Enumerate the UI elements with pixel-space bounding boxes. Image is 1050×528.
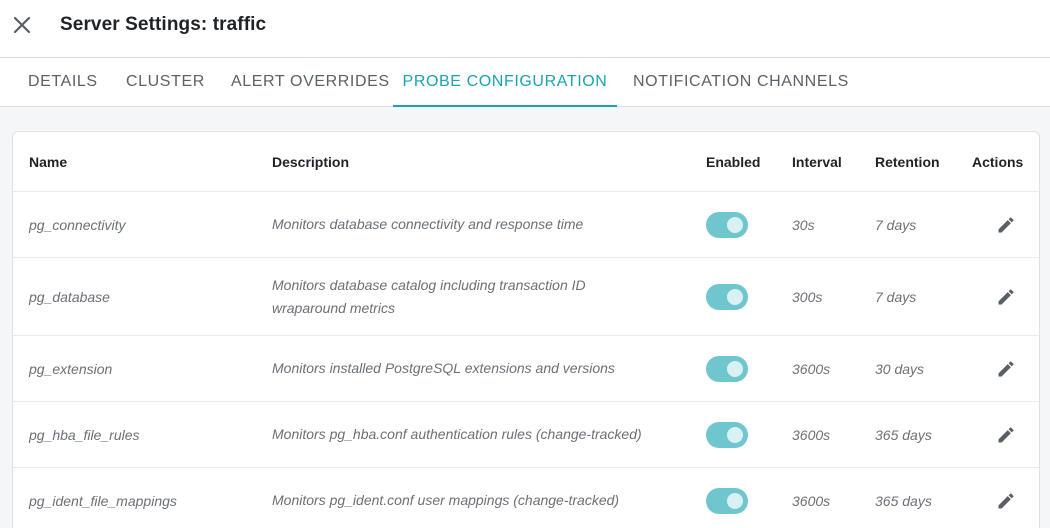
toggle-knob (727, 426, 743, 443)
close-button[interactable] (10, 13, 34, 37)
edit-button[interactable] (995, 424, 1017, 446)
probe-interval: 3600s (792, 426, 831, 443)
tab-details[interactable]: DETAILS (28, 58, 97, 106)
probe-interval: 30s (792, 216, 815, 233)
column-header-enabled: Enabled (706, 153, 761, 170)
probe-retention: 365 days (875, 492, 932, 509)
probe-name: pg_extension (29, 360, 113, 377)
probe-description: Monitors database connectivity and respo… (272, 216, 584, 232)
enabled-cell (706, 402, 748, 467)
probe-name: pg_connectivity (29, 216, 126, 233)
column-header-description: Description (272, 153, 350, 170)
pencil-icon (998, 492, 1014, 508)
probe-name: pg_ident_file_mappings (29, 492, 177, 509)
tab-notification-channels[interactable]: NOTIFICATION CHANNELS (633, 58, 848, 106)
pencil-icon (998, 426, 1014, 442)
toggle-knob (727, 492, 743, 509)
table-header-row: Name Description Enabled Interval Retent… (13, 132, 1039, 192)
probe-interval: 3600s (792, 360, 831, 377)
actions-cell (995, 336, 1017, 401)
edit-button[interactable] (995, 490, 1017, 512)
table-row: pg_ident_file_mappings Monitors pg_ident… (13, 468, 1039, 528)
toggle-knob (727, 216, 743, 233)
enabled-cell (706, 192, 748, 257)
enabled-toggle[interactable] (706, 211, 748, 238)
tab-probe-configuration[interactable]: PROBE CONFIGURATION (393, 58, 617, 107)
content-area: Name Description Enabled Interval Retent… (0, 107, 1050, 528)
enabled-cell (706, 336, 748, 401)
actions-cell (995, 192, 1017, 257)
pencil-icon (998, 288, 1014, 304)
enabled-toggle[interactable] (706, 421, 748, 448)
table-row: pg_database Monitors database catalog in… (13, 258, 1039, 336)
enabled-cell (706, 468, 748, 528)
enabled-toggle[interactable] (706, 487, 748, 514)
table-row: pg_extension Monitors installed PostgreS… (13, 336, 1039, 402)
enabled-cell (706, 258, 748, 335)
header-bar: Server Settings: traffic (0, 0, 1050, 58)
table-row: pg_hba_file_rules Monitors pg_hba.conf a… (13, 402, 1039, 468)
probe-retention: 7 days (875, 288, 917, 305)
column-header-name: Name (29, 153, 68, 170)
toggle-knob (727, 360, 743, 377)
table-row: pg_connectivity Monitors database connec… (13, 192, 1039, 258)
toggle-knob (727, 288, 743, 305)
close-icon (13, 16, 31, 34)
probe-description: Monitors pg_hba.conf authentication rule… (272, 426, 642, 442)
pencil-icon (998, 360, 1014, 376)
edit-button[interactable] (995, 358, 1017, 380)
probe-interval: 300s (792, 288, 823, 305)
edit-button[interactable] (995, 286, 1017, 308)
probe-retention: 7 days (875, 216, 917, 233)
probe-retention: 30 days (875, 360, 925, 377)
page-title: Server Settings: traffic (60, 14, 267, 35)
column-header-interval: Interval (792, 153, 842, 170)
probe-description: Monitors database catalog including tran… (272, 276, 586, 316)
tab-alert-overrides[interactable]: ALERT OVERRIDES (231, 58, 389, 106)
tab-bar: DETAILS CLUSTER ALERT OVERRIDES PROBE CO… (0, 58, 1050, 107)
probe-name: pg_database (29, 288, 110, 305)
enabled-toggle[interactable] (706, 283, 748, 310)
probe-interval: 3600s (792, 492, 831, 509)
probe-name: pg_hba_file_rules (29, 426, 140, 443)
column-header-actions: Actions (972, 153, 1024, 170)
actions-cell (995, 402, 1017, 467)
probe-retention: 365 days (875, 426, 932, 443)
probe-table: Name Description Enabled Interval Retent… (12, 131, 1040, 528)
column-header-retention: Retention (875, 153, 940, 170)
actions-cell (995, 258, 1017, 335)
enabled-toggle[interactable] (706, 355, 748, 382)
edit-button[interactable] (995, 214, 1017, 236)
probe-description: Monitors installed PostgreSQL extensions… (272, 360, 615, 376)
actions-cell (995, 468, 1017, 528)
probe-description: Monitors pg_ident.conf user mappings (ch… (272, 492, 620, 508)
tab-cluster[interactable]: CLUSTER (126, 58, 204, 106)
pencil-icon (998, 216, 1014, 232)
